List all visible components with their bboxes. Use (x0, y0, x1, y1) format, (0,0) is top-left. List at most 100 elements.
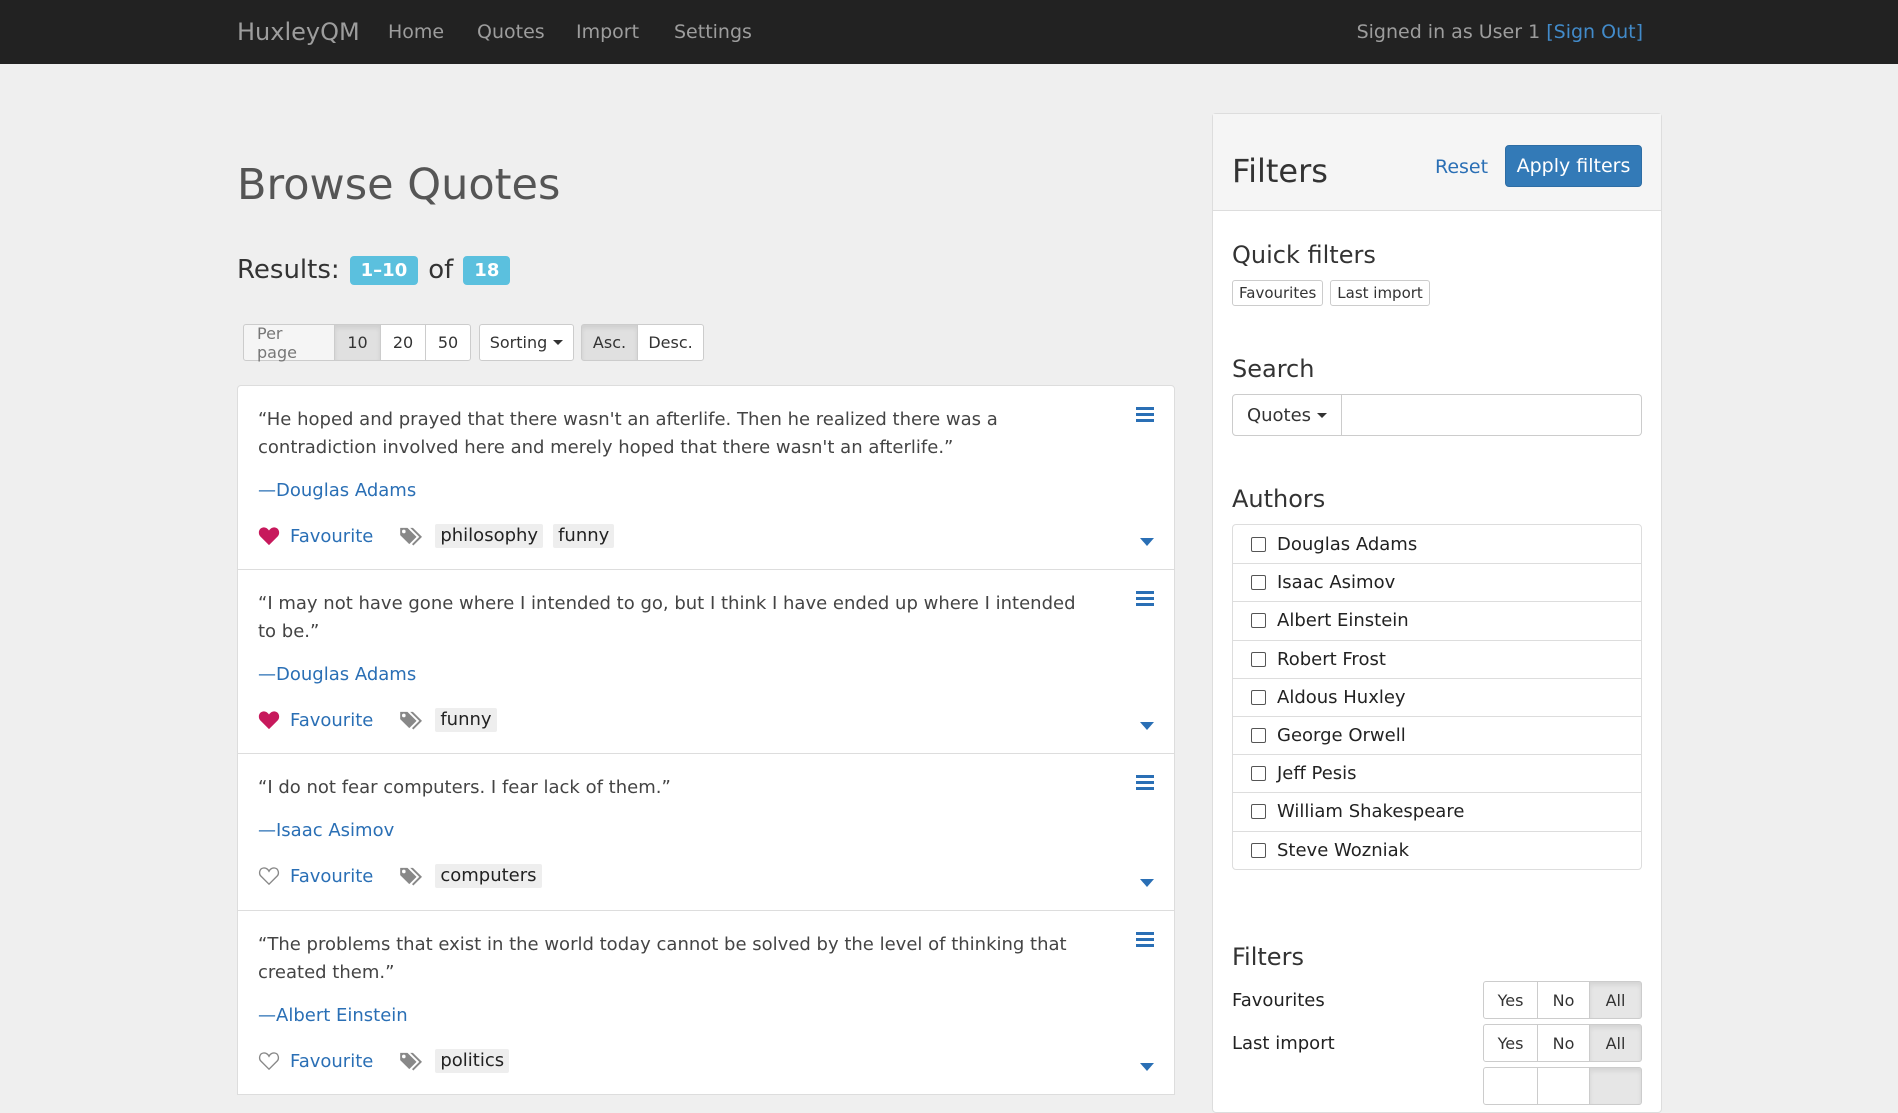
brand-link[interactable]: HuxleyQM (237, 18, 360, 46)
quick-filter-favourites[interactable]: Favourites (1232, 280, 1324, 306)
checkbox[interactable] (1251, 575, 1266, 591)
navbar: HuxleyQM Home Quotes Import Settings Sig… (0, 0, 1898, 64)
author-label: Steve Wozniak (1277, 839, 1410, 861)
nav-home[interactable]: Home (388, 21, 444, 43)
tri-state-toggle (1483, 1067, 1642, 1105)
tag-chip[interactable]: politics (435, 1049, 510, 1073)
quote-item: “He hoped and prayed that there wasn't a… (237, 385, 1175, 570)
quote-author-link[interactable]: —Albert Einstein (258, 1005, 1099, 1026)
option-no[interactable] (1537, 1067, 1590, 1105)
option-all[interactable] (1589, 1067, 1642, 1105)
chevron-down-icon[interactable] (1140, 1062, 1154, 1072)
favourite-toggle[interactable]: Favourite (290, 526, 373, 547)
author-label: Aldous Huxley (1277, 686, 1406, 708)
checkbox[interactable] (1251, 613, 1266, 629)
tag-chip[interactable]: funny (553, 524, 615, 548)
quote-author-link[interactable]: —Douglas Adams (258, 664, 1099, 685)
search-title: Search (1232, 355, 1315, 383)
author-label: George Orwell (1277, 725, 1406, 747)
option-all[interactable]: All (1589, 981, 1642, 1019)
results-summary: Results: 1–10 of 18 (237, 255, 511, 285)
checkbox[interactable] (1251, 689, 1266, 705)
signed-in-status: Signed in as User 1 [Sign Out] (1357, 21, 1643, 43)
chevron-down-icon[interactable] (1140, 721, 1154, 731)
author-option[interactable]: Jeff Pesis (1233, 754, 1641, 792)
checkbox[interactable] (1251, 651, 1266, 667)
results-label: Results: (237, 255, 340, 285)
tri-state-toggle: Yes No All (1483, 1024, 1642, 1062)
author-option[interactable]: Steve Wozniak (1233, 830, 1641, 869)
per-page-20[interactable]: 20 (380, 324, 426, 361)
chevron-down-icon[interactable] (1140, 878, 1154, 888)
menu-icon[interactable] (1136, 931, 1154, 947)
author-option[interactable]: William Shakespeare (1233, 792, 1641, 830)
tags-icon (400, 1052, 423, 1071)
option-all[interactable]: All (1589, 1024, 1642, 1062)
tags-icon (400, 867, 423, 886)
filter-label: Favourites (1232, 989, 1325, 1011)
option-yes[interactable]: Yes (1483, 1024, 1538, 1062)
quote-item: “The problems that exist in the world to… (237, 910, 1175, 1095)
favourite-toggle[interactable]: Favourite (290, 710, 373, 731)
per-page-group: Per page 10 20 50 (243, 324, 471, 362)
search-input[interactable] (1342, 394, 1642, 436)
nav-quotes[interactable]: Quotes (477, 21, 545, 43)
checkbox[interactable] (1251, 842, 1266, 858)
heart-outline-icon[interactable] (258, 1051, 280, 1071)
tag-chip[interactable]: philosophy (435, 524, 544, 548)
search-scope-dropdown[interactable]: Quotes (1232, 394, 1342, 436)
nav-import[interactable]: Import (576, 21, 639, 43)
per-page-10[interactable]: 10 (334, 324, 381, 361)
quote-text: “I may not have gone where I intended to… (258, 593, 1076, 642)
quote-author-link[interactable]: —Isaac Asimov (258, 820, 1099, 841)
quote-meta: Favourite computers (258, 863, 1099, 889)
tag-chip[interactable]: funny (435, 708, 497, 732)
search-group: Quotes (1232, 394, 1642, 436)
heart-outline-icon[interactable] (258, 866, 280, 886)
checkbox[interactable] (1251, 766, 1266, 782)
checkbox[interactable] (1251, 536, 1266, 552)
quote-text: “The problems that exist in the world to… (258, 934, 1067, 983)
author-option[interactable]: Robert Frost (1233, 639, 1641, 678)
quote-item: “I do not fear computers. I fear lack of… (237, 753, 1175, 911)
apply-filters-button[interactable]: Apply filters (1505, 145, 1642, 187)
quick-filter-last-import[interactable]: Last import (1330, 280, 1430, 306)
sorting-dropdown[interactable]: Sorting (479, 324, 574, 361)
author-option[interactable]: Albert Einstein (1233, 601, 1641, 639)
checkbox[interactable] (1251, 728, 1266, 744)
nav-settings[interactable]: Settings (674, 21, 752, 43)
favourite-toggle[interactable]: Favourite (290, 866, 373, 887)
checkbox[interactable] (1251, 804, 1266, 820)
author-option[interactable]: Isaac Asimov (1233, 563, 1641, 601)
tag-chip[interactable]: computers (435, 864, 542, 888)
author-option[interactable]: George Orwell (1233, 715, 1641, 754)
option-no[interactable]: No (1537, 1024, 1590, 1062)
per-page-50[interactable]: 50 (425, 324, 471, 361)
chevron-down-icon[interactable] (1140, 537, 1154, 547)
quote-list: “He hoped and prayed that there wasn't a… (237, 385, 1175, 1095)
quote-author-link[interactable]: —Douglas Adams (258, 480, 1099, 501)
author-label: Robert Frost (1277, 648, 1386, 670)
order-desc[interactable]: Desc. (637, 324, 704, 361)
author-option[interactable]: Aldous Huxley (1233, 677, 1641, 716)
filter-last-import: Last import Yes No All (1232, 1024, 1642, 1062)
favourite-toggle[interactable]: Favourite (290, 1051, 373, 1072)
option-yes[interactable] (1483, 1067, 1538, 1105)
option-no[interactable]: No (1537, 981, 1590, 1019)
author-option[interactable]: Douglas Adams (1233, 525, 1641, 563)
quote-meta: Favourite philosophy funny (258, 523, 1099, 549)
author-label: William Shakespeare (1277, 801, 1465, 823)
reset-link[interactable]: Reset (1435, 156, 1488, 178)
order-asc[interactable]: Asc. (581, 324, 638, 361)
order-group: Asc. Desc. (581, 324, 704, 361)
sign-out-link[interactable]: [Sign Out] (1546, 21, 1643, 43)
menu-icon[interactable] (1136, 590, 1154, 606)
heart-icon[interactable] (258, 710, 280, 730)
tags-icon (400, 711, 423, 730)
menu-icon[interactable] (1136, 774, 1154, 790)
filters-panel-header: Filters Reset Apply filters (1213, 114, 1661, 211)
option-yes[interactable]: Yes (1483, 981, 1538, 1019)
heart-icon[interactable] (258, 526, 280, 546)
menu-icon[interactable] (1136, 406, 1154, 422)
quick-filters: Favourites Last import (1232, 280, 1430, 306)
